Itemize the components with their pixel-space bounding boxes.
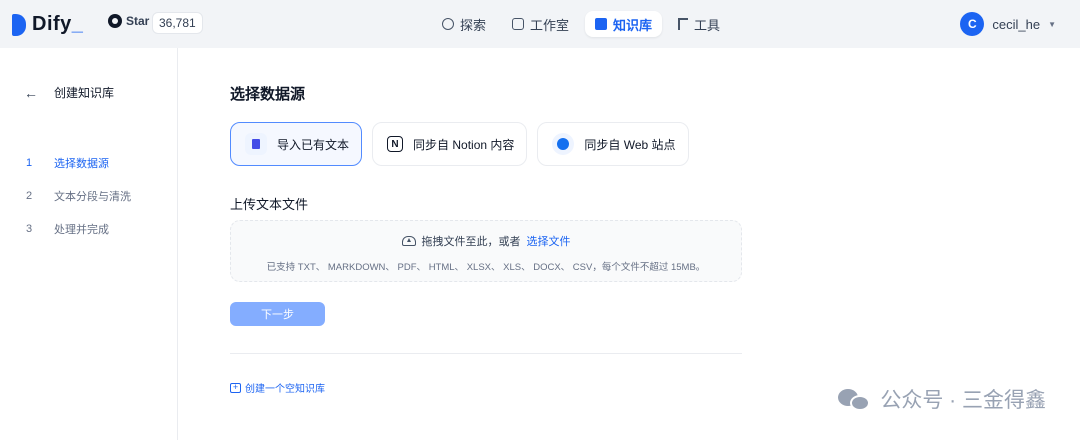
page-title: 选择数据源 (230, 86, 306, 103)
web-icon (552, 133, 575, 155)
nav-knowledge[interactable]: 知识库 (585, 11, 663, 37)
wechat-icon (838, 387, 872, 411)
arrow-left-icon: ← (24, 84, 38, 101)
drag-text: 拖拽文件至此，或者 (421, 236, 521, 248)
step-item: 3 处理并完成 (26, 212, 131, 245)
user-name: cecil_he (992, 16, 1041, 32)
upload-cloud-icon (401, 236, 416, 246)
step-number: 3 (26, 222, 33, 235)
chevron-down-icon: ▼ (1048, 19, 1056, 29)
brand-name: Dify (32, 13, 72, 35)
nav-studio-label: 工作室 (530, 17, 570, 33)
github-star-count[interactable]: 36,781 (152, 12, 203, 34)
step-label: 选择数据源 (54, 157, 109, 170)
notion-icon: N (387, 136, 404, 152)
upload-title: 上传文本文件 (230, 197, 309, 212)
top-nav: Dify_ Star 36,781 探索 工作室 知识库 工具 C cecil_… (0, 0, 1080, 48)
github-star-button[interactable]: Star (108, 14, 149, 28)
explore-icon (442, 18, 454, 30)
github-icon (108, 14, 122, 28)
divider (230, 353, 742, 354)
back-label: 创建知识库 (54, 86, 115, 100)
logo-mark-icon (12, 13, 26, 36)
book-icon (595, 18, 608, 30)
user-menu[interactable]: C cecil_he ▼ (960, 12, 1056, 36)
step-item: 2 文本分段与清洗 (26, 179, 131, 212)
nav-knowledge-label: 知识库 (613, 17, 653, 33)
watermark: 公众号 · 三金得鑫 (838, 384, 1046, 414)
step-label: 文本分段与清洗 (54, 190, 131, 203)
brand-suffix: _ (71, 13, 84, 35)
nav-tools-label: 工具 (694, 17, 721, 33)
main-nav: 探索 工作室 知识库 工具 (432, 11, 730, 37)
create-empty-label: 创建一个空知识库 (245, 384, 325, 395)
nav-explore[interactable]: 探索 (432, 11, 496, 37)
file-dropzone[interactable]: 拖拽文件至此，或者 选择文件 已支持 TXT、 MARKDOWN、 PDF、 H… (230, 220, 742, 282)
avatar: C (960, 12, 985, 36)
supported-formats-text: 已支持 TXT、 MARKDOWN、 PDF、 HTML、 XLSX、 XLS、… (266, 262, 706, 273)
sidebar: ← 创建知识库 1 选择数据源 2 文本分段与清洗 3 处理并完成 (0, 48, 178, 440)
data-source-options: 导入已有文本 N 同步自 Notion 内容 同步自 Web 站点 (230, 122, 689, 166)
nav-explore-label: 探索 (460, 17, 487, 33)
main-panel: 选择数据源 导入已有文本 N 同步自 Notion 内容 同步自 Web 站点 … (178, 48, 1080, 440)
dify-logo[interactable]: Dify_ (12, 13, 83, 36)
step-number: 2 (26, 189, 33, 202)
back-button[interactable]: ← 创建知识库 (24, 84, 114, 101)
choose-file-link[interactable]: 选择文件 (527, 233, 571, 249)
source-label: 导入已有文本 (277, 137, 350, 152)
source-label: 同步自 Web 站点 (584, 137, 676, 152)
step-item: 1 选择数据源 (26, 146, 131, 179)
tool-icon (678, 18, 689, 30)
source-import-text[interactable]: 导入已有文本 (230, 122, 363, 166)
step-label: 处理并完成 (54, 223, 109, 236)
source-notion[interactable]: N 同步自 Notion 内容 (372, 122, 528, 166)
next-button[interactable]: 下一步 (230, 302, 325, 326)
folder-plus-icon: + (230, 382, 241, 393)
nav-studio[interactable]: 工作室 (502, 11, 579, 37)
source-web[interactable]: 同步自 Web 站点 (537, 122, 689, 166)
step-number: 1 (26, 156, 33, 169)
nav-tools[interactable]: 工具 (668, 11, 730, 37)
github-star-label: Star (126, 14, 150, 28)
file-icon (245, 133, 267, 155)
step-list: 1 选择数据源 2 文本分段与清洗 3 处理并完成 (26, 146, 131, 245)
source-label: 同步自 Notion 内容 (413, 137, 515, 152)
watermark-text: 公众号 · 三金得鑫 (880, 389, 1046, 412)
studio-icon (512, 18, 525, 30)
create-empty-knowledge-link[interactable]: + 创建一个空知识库 (230, 380, 325, 395)
